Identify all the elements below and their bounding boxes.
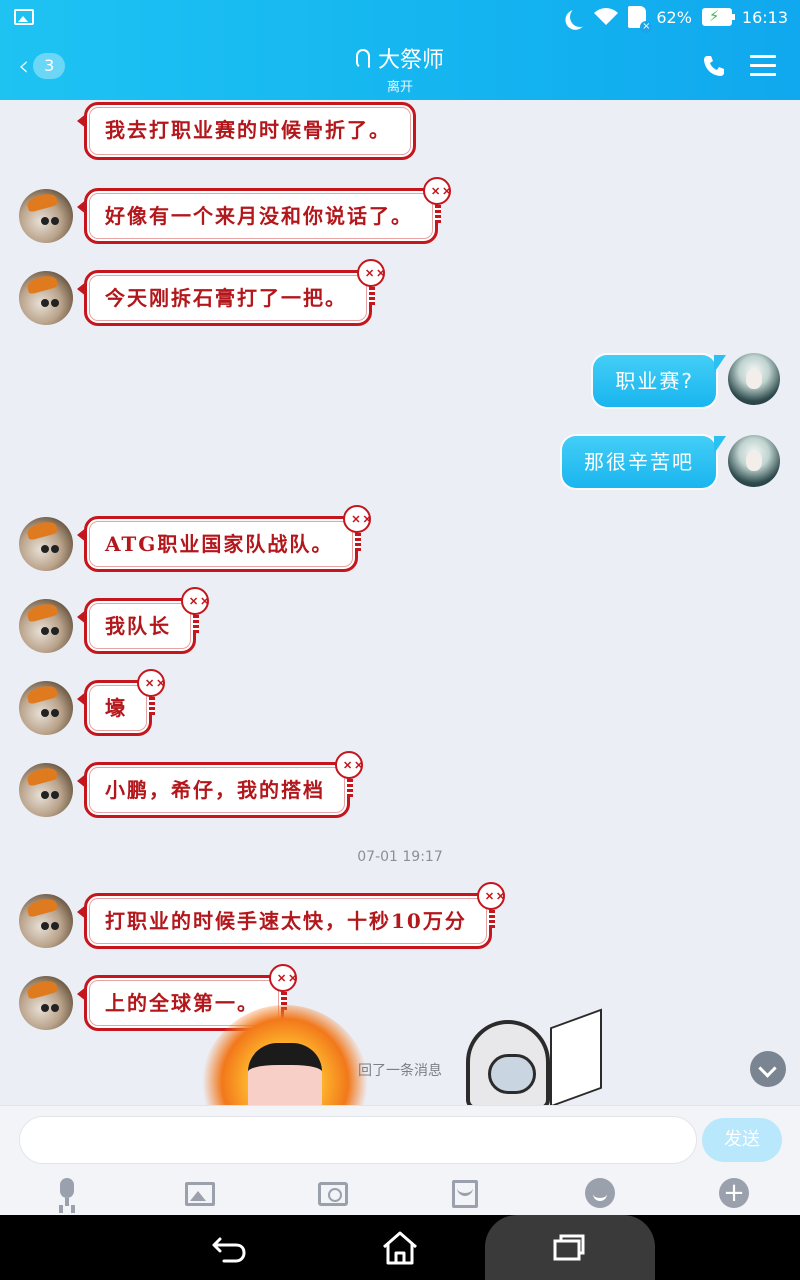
nav-home-icon[interactable] [380, 1229, 420, 1265]
status-bar: 62% 16:13 [0, 0, 800, 34]
message-text: ATG职业国家队战队。 [105, 532, 334, 556]
menu-icon[interactable] [750, 55, 776, 76]
avatar[interactable] [19, 763, 73, 817]
message-bubble-sent[interactable]: 那很辛苦吧 [562, 436, 726, 488]
sticker-image[interactable] [458, 1008, 608, 1105]
nav-back-icon[interactable] [210, 1231, 250, 1265]
message-bubble-received[interactable]: 好像有一个来月没和你说话了。 ✕✕ [77, 177, 451, 244]
phone-icon[interactable] [702, 54, 726, 78]
message-text: 上的全球第一。 [105, 991, 259, 1015]
emoji-icon[interactable] [585, 1178, 615, 1208]
message-input[interactable] [19, 1116, 697, 1164]
contact-name: 大祭师 [377, 48, 444, 73]
input-bar: 发送 + [0, 1105, 800, 1215]
message-bubble-received[interactable]: 小鹏，希仔，我的搭档 ✕✕ [77, 751, 363, 818]
message-bubble-received[interactable]: 我队长 ✕✕ [77, 587, 209, 654]
battery-charging-icon [701, 7, 735, 26]
system-nav-bar [0, 1215, 800, 1280]
knot-decoration-icon: ✕✕ [343, 505, 372, 551]
battery-percent: 62% [656, 7, 692, 27]
input-toolbar: + [0, 1172, 800, 1212]
nav-recent-apps-icon[interactable] [552, 1233, 586, 1261]
top-bar: 62% 16:13 ‹ 3 大祭师 离开 [0, 0, 800, 100]
avatar[interactable] [19, 599, 73, 653]
gallery-icon [14, 9, 34, 25]
avatar[interactable] [19, 681, 73, 735]
moon-icon [569, 5, 592, 28]
message-text: 我队长 [105, 614, 171, 638]
message-text: 打职业的时候手速太快，十秒10万分 [105, 909, 467, 933]
message-text: 好像有一个来月没和你说话了。 [105, 204, 413, 228]
knot-decoration-icon: ✕✕ [181, 587, 209, 633]
message-bubble-sent[interactable]: 职业赛? [593, 355, 726, 407]
sdcard-icon [628, 6, 653, 33]
avatar[interactable] [728, 353, 780, 405]
knot-decoration-icon: ✕✕ [357, 259, 385, 305]
message-bubble-received[interactable]: 我去打职业赛的时候骨折了。 [77, 102, 416, 160]
image-icon[interactable] [185, 1182, 215, 1206]
message-text: 今天刚拆石膏打了一把。 [105, 286, 347, 310]
knot-decoration-icon: ✕✕ [423, 177, 451, 223]
avatar[interactable] [19, 976, 73, 1030]
avatar[interactable] [19, 189, 73, 243]
message-text: 职业赛? [615, 369, 694, 393]
avatar[interactable] [728, 435, 780, 487]
message-text: 壕 [105, 696, 127, 720]
earpiece-icon [355, 49, 370, 69]
chat-title: 大祭师 离开 [0, 42, 800, 95]
red-packet-icon[interactable] [452, 1180, 478, 1208]
scroll-down-icon[interactable] [750, 1051, 786, 1087]
knot-decoration-icon: ✕✕ [476, 882, 505, 928]
message-text: 那很辛苦吧 [584, 450, 694, 474]
message-bubble-received[interactable]: ATG职业国家队战队。 ✕✕ [76, 505, 372, 572]
message-text: 我去打职业赛的时候骨折了。 [105, 118, 391, 142]
knot-decoration-icon: ✕✕ [269, 964, 297, 1010]
mic-icon[interactable] [52, 1178, 82, 1208]
knot-decoration-icon: ✕✕ [137, 669, 165, 715]
title-bar: ‹ 3 大祭师 离开 [0, 34, 800, 100]
contact-status: 离开 [386, 80, 413, 95]
camera-icon[interactable] [318, 1182, 348, 1206]
avatar[interactable] [19, 894, 73, 948]
message-bubble-received[interactable]: 壕 ✕✕ [77, 669, 165, 736]
plus-icon[interactable]: + [719, 1178, 749, 1208]
knot-decoration-icon: ✕✕ [335, 751, 363, 797]
message-text: 小鹏，希仔，我的搭档 [105, 778, 325, 802]
message-bubble-received[interactable]: 今天刚拆石膏打了一把。 ✕✕ [77, 259, 385, 326]
clock: 16:13 [741, 7, 788, 27]
message-timestamp: 07-01 19:17 [357, 849, 443, 865]
wifi-icon [594, 8, 619, 26]
send-button[interactable]: 发送 [702, 1118, 782, 1162]
avatar[interactable] [19, 517, 73, 571]
chat-area[interactable]: 我去打职业赛的时候骨折了。 好像有一个来月没和你说话了。 ✕✕ 今天刚拆石膏打了… [0, 100, 800, 1105]
avatar[interactable] [19, 271, 73, 325]
recall-notice: 回了一条消息 [358, 1063, 442, 1079]
message-bubble-received[interactable]: 打职业的时候手速太快，十秒10万分 ✕✕ [77, 882, 505, 949]
